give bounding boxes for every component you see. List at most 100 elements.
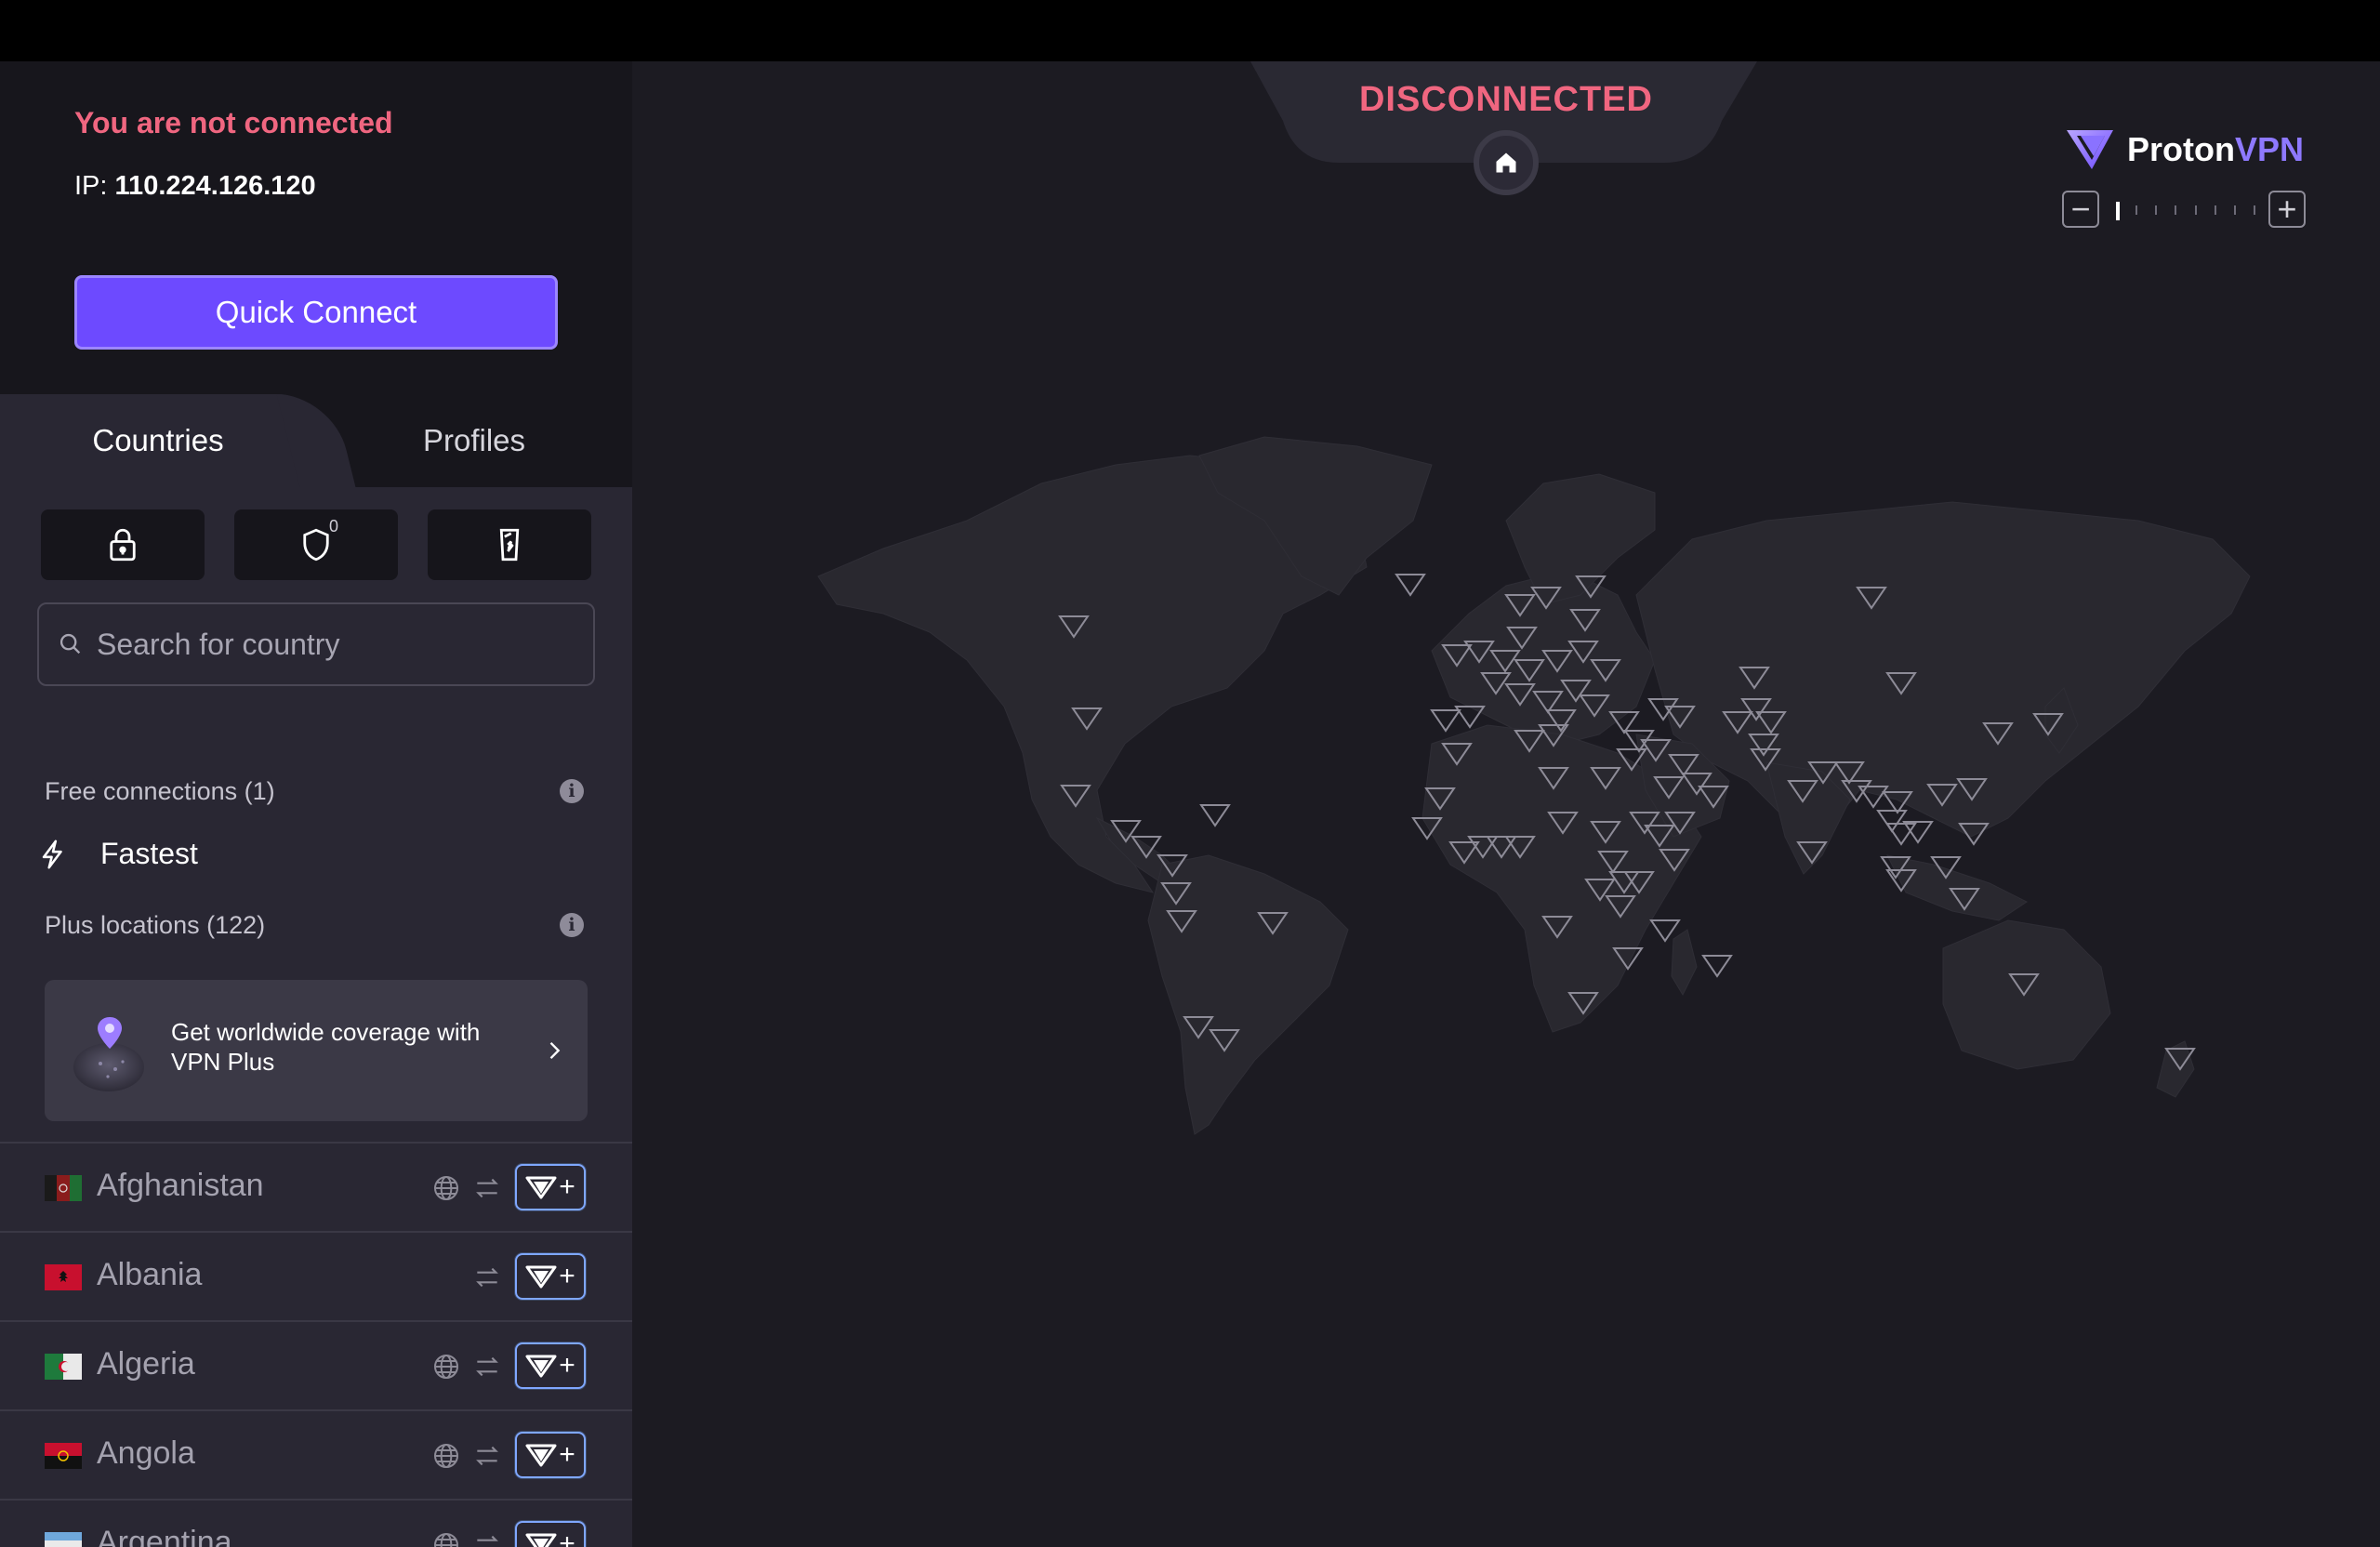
country-row[interactable]: Algeria + xyxy=(0,1320,632,1409)
server-marker xyxy=(1902,821,1934,844)
flag-albania-icon xyxy=(45,1264,82,1290)
search-input[interactable] xyxy=(97,627,580,662)
proton-logo-icon xyxy=(525,1265,557,1289)
upgrade-connect-button[interactable]: + xyxy=(515,1342,586,1389)
server-marker xyxy=(1199,804,1231,827)
plus-icon: + xyxy=(559,1171,575,1202)
flag-angola-icon xyxy=(45,1443,82,1469)
country-name: Argentina xyxy=(97,1525,232,1547)
zoom-slider[interactable] xyxy=(2116,202,2255,220)
server-marker xyxy=(1885,823,1917,846)
globe-icon xyxy=(434,1444,458,1468)
zoom-tick xyxy=(2254,205,2255,215)
ip-address-line: IP: 110.224.126.120 xyxy=(74,171,316,202)
country-name: Afghanistan xyxy=(97,1168,264,1203)
proton-vpn-logo: Proton VPN xyxy=(2064,126,2304,173)
connection-status-label: DISCONNECTED xyxy=(1358,80,1654,119)
country-row[interactable]: Albania + xyxy=(0,1231,632,1320)
server-marker xyxy=(1430,709,1461,733)
lightning-icon xyxy=(42,840,62,868)
lock-icon xyxy=(110,528,136,562)
map-zoom-control: − + xyxy=(2062,191,2306,228)
p2p-arrows-icon xyxy=(477,1535,498,1541)
brand-name-vpn: VPN xyxy=(2234,130,2305,168)
proton-logo-icon xyxy=(525,1444,557,1467)
tab-countries[interactable]: Countries xyxy=(0,394,316,487)
upgrade-connect-button[interactable]: + xyxy=(515,1432,586,1478)
country-row[interactable]: Afghanistan + xyxy=(0,1142,632,1231)
search-icon xyxy=(60,633,81,654)
p2p-arrows-icon xyxy=(476,1267,498,1288)
globe-icon xyxy=(434,1533,458,1547)
zoom-tick xyxy=(2195,205,2197,215)
proton-logo-icon xyxy=(525,1355,557,1378)
landmass-australia xyxy=(1942,919,2111,1070)
upgrade-connect-button[interactable]: + xyxy=(515,1521,586,1547)
plus-locations-info-icon[interactable]: i xyxy=(560,913,584,937)
zoom-tick xyxy=(2155,205,2157,215)
sidebar-tabs: Countries Profiles xyxy=(0,394,632,487)
country-name: Angola xyxy=(97,1435,195,1471)
country-row[interactable]: Argentina + xyxy=(0,1499,632,1547)
vpn-plus-upsell-banner[interactable]: Get worldwide coverage with VPN Plus xyxy=(45,980,588,1121)
plus-icon: + xyxy=(559,1261,575,1291)
plus-icon: + xyxy=(559,1528,575,1547)
upsell-text: Get worldwide coverage with VPN Plus xyxy=(171,1018,481,1076)
zoom-in-button[interactable]: + xyxy=(2268,191,2306,228)
server-marker xyxy=(1395,574,1426,597)
globe-pin-icon xyxy=(73,1017,144,1091)
flag-argentina-icon xyxy=(45,1532,82,1547)
p2p-arrows-icon xyxy=(476,1356,498,1377)
zoom-tick xyxy=(2135,205,2137,215)
free-connections-info-icon[interactable]: i xyxy=(560,779,584,803)
zoom-tick xyxy=(2175,205,2176,215)
world-map[interactable] xyxy=(632,61,2380,1547)
world-map-canvas xyxy=(817,61,2251,1135)
server-marker xyxy=(1876,810,1908,833)
fastest-label: Fastest xyxy=(100,837,198,870)
globe-icon xyxy=(434,1176,458,1200)
ip-label: IP: xyxy=(74,171,108,201)
zoom-tick xyxy=(2234,205,2236,215)
kill-switch-filter-button[interactable] xyxy=(428,509,591,580)
netshield-count: 0 xyxy=(329,517,339,536)
p2p-arrows-icon xyxy=(476,1446,498,1466)
upgrade-connect-button[interactable]: + xyxy=(515,1253,586,1300)
fastest-server-item[interactable]: Fastest xyxy=(37,837,198,871)
secure-core-filter-button[interactable] xyxy=(41,509,205,580)
proton-logo-icon xyxy=(525,1533,557,1547)
plus-icon: + xyxy=(559,1350,575,1381)
flag-afghanistan-icon xyxy=(45,1175,82,1201)
countries-panel: 0 Free connections (1) i Fastest Plus lo… xyxy=(0,487,632,1547)
proton-logo-icon xyxy=(525,1176,557,1199)
proton-vpn-logo-icon xyxy=(2067,130,2113,169)
landmass-madagascar xyxy=(1671,929,1698,997)
plus-locations-label: Plus locations (122) xyxy=(45,911,266,939)
country-name: Albania xyxy=(97,1257,203,1292)
ip-value: 110.224.126.120 xyxy=(114,171,316,201)
window-titlebar xyxy=(0,0,2380,61)
upgrade-connect-button[interactable]: + xyxy=(515,1164,586,1210)
zoom-out-button[interactable]: − xyxy=(2062,191,2099,228)
country-name: Algeria xyxy=(97,1346,195,1382)
tab-countries-label: Countries xyxy=(92,423,224,457)
connection-status-title: You are not connected xyxy=(74,106,393,139)
p2p-arrows-icon xyxy=(476,1178,498,1198)
plus-icon: + xyxy=(559,1439,575,1470)
zoom-level-indicator xyxy=(2116,202,2120,220)
server-marker xyxy=(1701,955,1733,978)
sidebar: You are not connected IP: 110.224.126.12… xyxy=(0,61,632,1547)
quick-connect-button[interactable]: Quick Connect xyxy=(74,275,558,350)
free-connections-label: Free connections (1) xyxy=(45,777,275,805)
globe-icon xyxy=(434,1355,458,1379)
landmass-south-america xyxy=(1147,854,1349,1135)
brand-name-proton: Proton xyxy=(2127,130,2235,168)
home-button[interactable] xyxy=(1474,130,1539,195)
country-row[interactable]: Angola + xyxy=(0,1409,632,1499)
home-icon xyxy=(1496,152,1516,173)
tab-profiles[interactable]: Profiles xyxy=(353,394,595,487)
netshield-filter-button[interactable]: 0 xyxy=(234,509,398,580)
flag-algeria-icon xyxy=(45,1354,82,1380)
chevron-right-icon xyxy=(549,1042,561,1059)
search-field[interactable] xyxy=(37,602,595,686)
